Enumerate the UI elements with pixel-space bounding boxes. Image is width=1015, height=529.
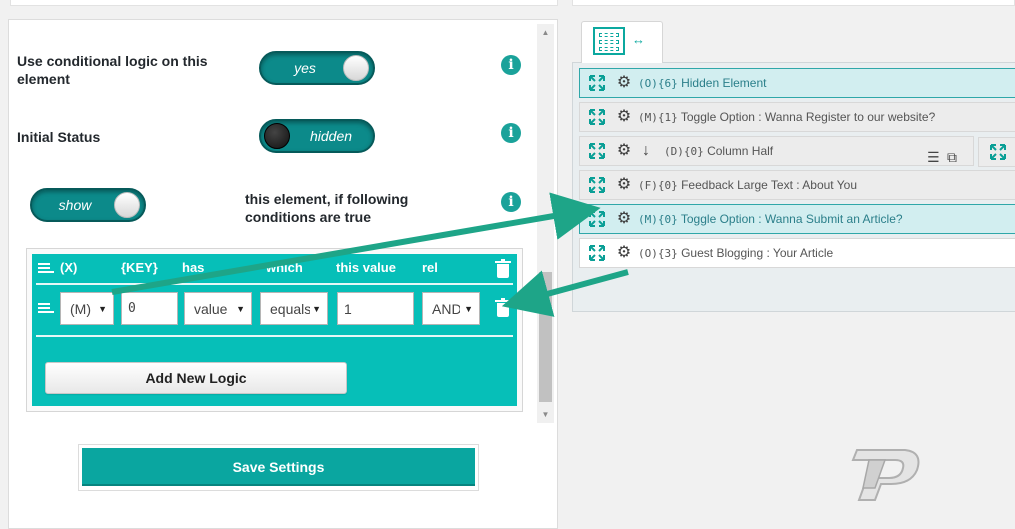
row-name: Feedback Large Text : About You xyxy=(681,178,858,192)
scroll-thumb[interactable] xyxy=(539,272,552,402)
row-extra-controls[interactable] xyxy=(978,137,1015,167)
rel-select-value: AND xyxy=(432,301,460,317)
header-rel: rel xyxy=(422,260,438,275)
chevron-down-icon: ▼ xyxy=(98,304,107,314)
builder-row[interactable]: ⚙ (M){0} Toggle Option : Wanna Submit an … xyxy=(579,204,1015,234)
x-select[interactable]: (M) ▼ xyxy=(60,292,114,325)
row-code: (F){0} xyxy=(638,179,678,192)
which-select[interactable]: equals ▼ xyxy=(260,292,328,325)
trash-icon[interactable] xyxy=(495,259,511,278)
settings-scrollbar[interactable]: ▲ ▼ xyxy=(537,24,554,423)
builder-row-label: (D){0} Column Half xyxy=(664,137,773,166)
chevron-down-icon: ▼ xyxy=(464,304,473,314)
rel-select[interactable]: AND ▼ xyxy=(422,292,480,325)
duplicate-icon[interactable]: ⧉ xyxy=(947,143,957,171)
move-icon[interactable] xyxy=(589,75,605,91)
gear-icon[interactable]: ⚙ xyxy=(615,210,633,228)
gear-icon[interactable]: ⚙ xyxy=(615,74,633,92)
scroll-down-icon[interactable]: ▼ xyxy=(537,406,554,423)
conditional-logic-box: (X) {KEY} has which this value rel (M) ▼… xyxy=(32,254,517,406)
gear-icon[interactable]: ⚙ xyxy=(615,108,633,126)
header-x: (X) xyxy=(60,260,78,275)
initial-status-toggle-text: hidden xyxy=(309,128,353,144)
builder-row-label: (O){3} Guest Blogging : Your Article xyxy=(638,239,833,268)
key-input[interactable]: 0 xyxy=(121,292,178,325)
gear-icon[interactable]: ⚙ xyxy=(615,244,633,262)
builder-tab[interactable]: ↔ xyxy=(581,21,663,63)
info-icon[interactable]: i xyxy=(501,55,521,75)
row-code: (M){1} xyxy=(638,111,678,124)
gear-icon[interactable]: ⚙ xyxy=(615,176,633,194)
builder-row[interactable]: ⚙ (O){6} Hidden Element xyxy=(579,68,1015,98)
row-name: Toggle Option : Wanna Register to our we… xyxy=(680,110,936,124)
header-key: {KEY} xyxy=(121,260,158,275)
arrow-down-icon[interactable]: ↓ xyxy=(642,137,650,165)
info-icon[interactable]: i xyxy=(501,123,521,143)
list-icon[interactable] xyxy=(38,263,54,275)
initial-status-toggle[interactable]: hidden xyxy=(259,119,375,153)
builder-row[interactable]: ⚙ ↓ ☰ ⧉ (D){0} Column Half xyxy=(579,136,974,166)
has-select[interactable]: value ▼ xyxy=(184,292,252,325)
row-code: (O){6} xyxy=(638,77,678,90)
expand-arrows-icon: ↔ xyxy=(632,32,645,47)
conditional-logic-toggle[interactable]: yes xyxy=(259,51,375,85)
builder-row-label: (O){6} Hidden Element xyxy=(638,69,766,98)
has-select-value: value xyxy=(194,301,228,317)
layout-icon xyxy=(593,27,625,55)
builder-row-label: (F){0} Feedback Large Text : About You xyxy=(638,171,857,200)
action-description: this element, if following conditions ar… xyxy=(245,191,409,225)
divider xyxy=(36,335,513,337)
row-name: Guest Blogging : Your Article xyxy=(681,246,834,260)
row-name: Column Half xyxy=(707,144,774,158)
gear-icon[interactable]: ⚙ xyxy=(615,142,633,160)
conditional-logic-label: Use conditional logic on this element xyxy=(17,53,208,87)
which-select-value: equals xyxy=(270,301,310,317)
chevron-down-icon: ▼ xyxy=(312,304,321,314)
lines-icon[interactable]: ☰ xyxy=(927,143,940,171)
trash-icon[interactable] xyxy=(495,298,511,317)
header-value: this value xyxy=(336,260,396,275)
top-strip xyxy=(0,0,1015,7)
list-icon[interactable] xyxy=(38,303,54,315)
builder-row-label: (M){1} Toggle Option : Wanna Register to… xyxy=(638,103,935,132)
divider xyxy=(36,283,513,285)
toggle-knob xyxy=(114,192,140,218)
move-icon[interactable] xyxy=(990,144,1006,160)
builder-row-label: (M){0} Toggle Option : Wanna Submit an A… xyxy=(638,205,903,234)
row-name: Toggle Option : Wanna Submit an Article? xyxy=(680,212,903,226)
initial-status-label: Initial Status xyxy=(17,129,101,145)
scroll-up-icon[interactable]: ▲ xyxy=(537,24,554,41)
brand-logo xyxy=(851,449,920,501)
chevron-down-icon: ▼ xyxy=(236,304,245,314)
info-icon[interactable]: i xyxy=(501,192,521,212)
header-which: which xyxy=(266,260,303,275)
move-icon[interactable] xyxy=(589,211,605,227)
move-icon[interactable] xyxy=(589,245,605,261)
action-toggle[interactable]: show xyxy=(30,188,146,222)
x-select-value: (M) xyxy=(70,301,91,317)
add-new-logic-button[interactable]: Add New Logic xyxy=(45,362,347,394)
header-has: has xyxy=(182,260,205,275)
move-icon[interactable] xyxy=(589,143,605,159)
row-code: (O){3} xyxy=(638,247,678,260)
save-settings-button[interactable]: Save Settings xyxy=(82,448,475,486)
row-code: (D){0} xyxy=(664,145,704,158)
builder-row[interactable]: ⚙ (M){1} Toggle Option : Wanna Register t… xyxy=(579,102,1015,132)
move-icon[interactable] xyxy=(589,177,605,193)
builder-row[interactable]: ⚙ (O){3} Guest Blogging : Your Article xyxy=(579,238,1015,268)
value-input[interactable]: 1 xyxy=(337,292,414,325)
move-icon[interactable] xyxy=(589,109,605,125)
toggle-knob xyxy=(343,55,369,81)
row-code: (M){0} xyxy=(638,213,678,226)
row-name: Hidden Element xyxy=(681,76,767,90)
builder-row[interactable]: ⚙ (F){0} Feedback Large Text : About You xyxy=(579,170,1015,200)
